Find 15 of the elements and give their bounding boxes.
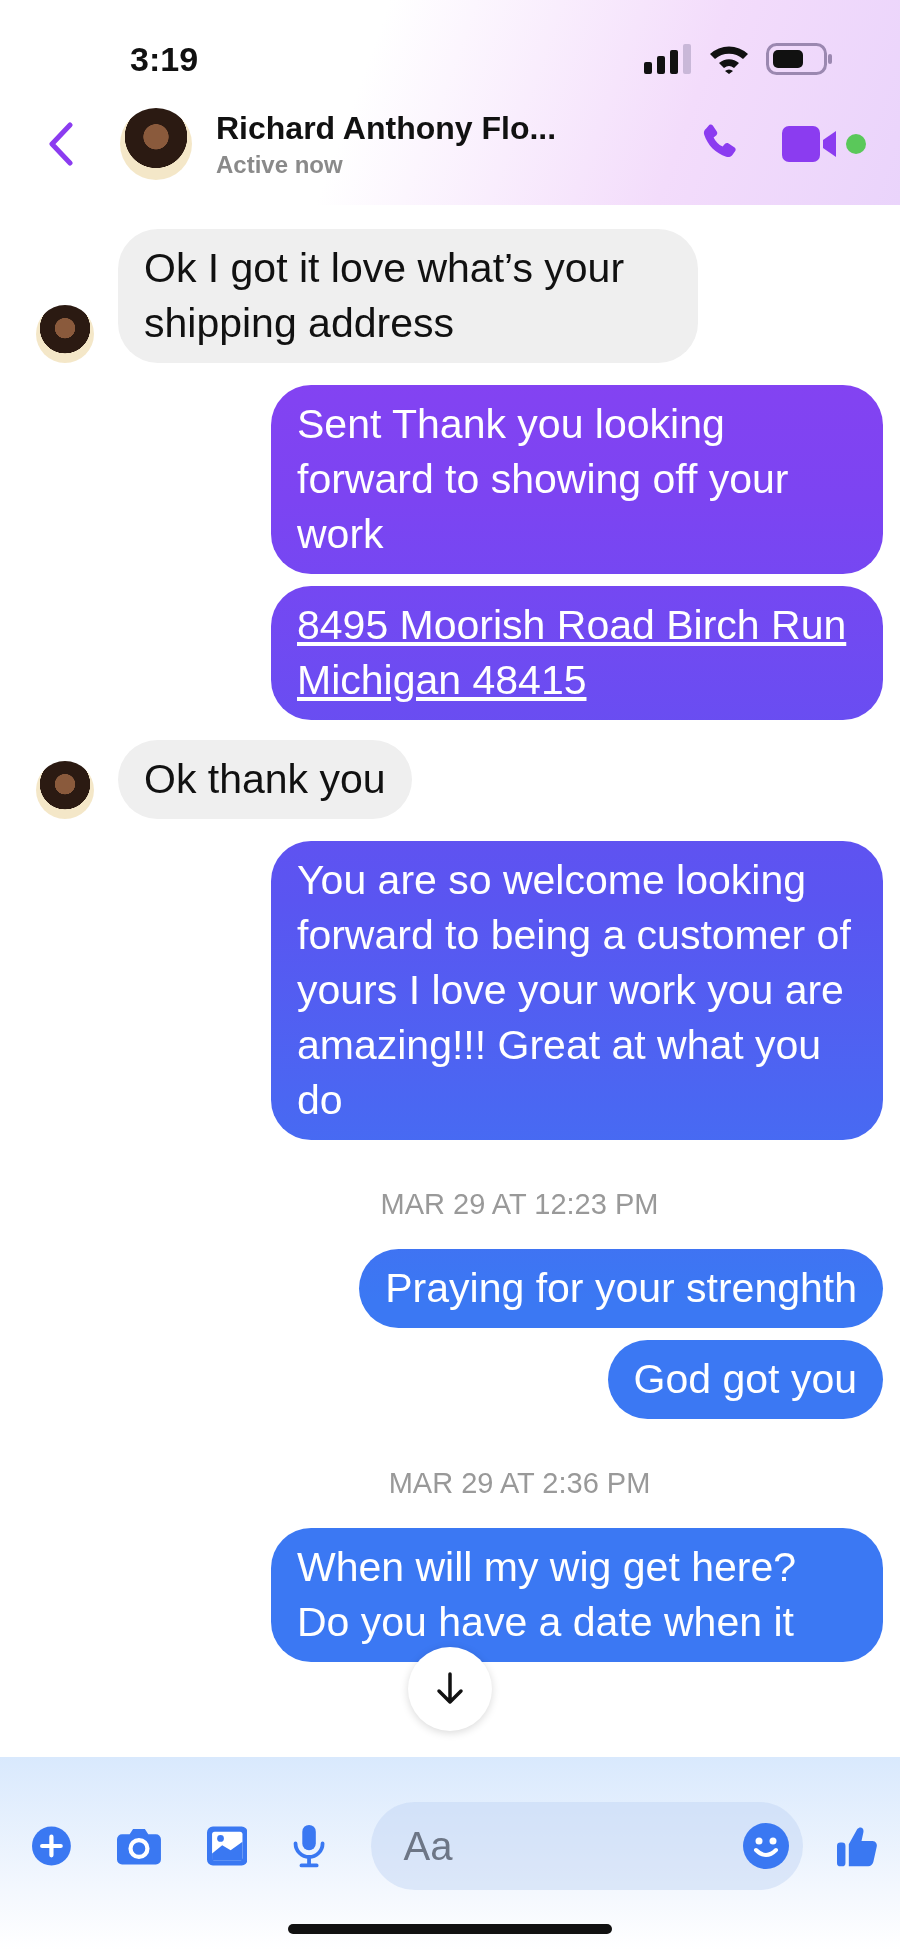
contact-name[interactable]: Richard Anthony Flo... [216,109,696,147]
timestamp: MAR 29 AT 12:23 PM [379,1188,660,1221]
sent-message: Sent Thank you looking forward to showing off your work [271,385,883,574]
message-field[interactable]: Aa [371,1802,804,1890]
sent-message: Praying for your strenghth [359,1249,883,1328]
message-input[interactable]: Aa [401,1822,744,1870]
address-link-message[interactable]: 8495 Moorish Road Birch Run Michigan 48415 [271,586,883,720]
status-time: 3:19 [130,39,199,79]
sent-message: When will my wig get here? Do you have a date when it [271,1528,883,1662]
timestamp: MAR 29 AT 2:36 PM [387,1467,652,1500]
sent-message: You are so welcome looking forward to being a customer of yours I love your work you are amazing!!! Great at what you do [271,841,883,1140]
active-status: Active now [216,150,344,179]
received-message: Ok thank you [118,740,412,819]
received-message: Ok I got it love what’s your shipping address [118,229,698,363]
sent-message: God got you [607,1340,883,1419]
